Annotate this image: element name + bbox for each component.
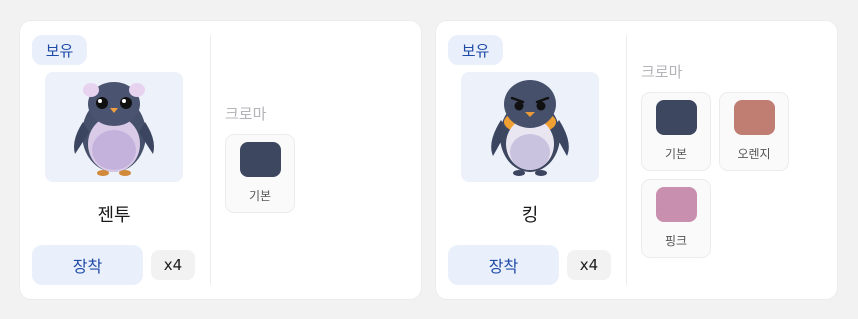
character-preview [461,72,599,182]
chroma-color [655,187,697,222]
count-badge: x4 [151,250,195,280]
chroma-color [733,100,775,135]
chroma-title: 크로마 [225,105,267,123]
chroma-color [655,100,697,135]
chroma-swatch-pink[interactable]: 핑크 [641,179,711,258]
character-name: 젠투 [97,205,131,226]
count-badge: x4 [567,250,611,280]
divider [210,35,211,285]
chroma-label: 오렌지 [737,147,771,161]
chroma-swatch-default[interactable]: 기본 [641,92,711,171]
character-collection-panel: 보유 젠투 장착 x4 크로마 기본 보유 킹 장착 x4 크로마 기본 오렌지… [0,0,858,319]
chroma-swatch-default[interactable]: 기본 [225,134,295,213]
chroma-label: 기본 [664,147,688,161]
chroma-title: 크로마 [641,63,683,81]
gentoo-penguin-icon [74,82,154,176]
character-name: 킹 [521,205,539,226]
divider [626,35,627,285]
character-preview [45,72,183,182]
king-penguin-icon [491,80,569,176]
equip-button[interactable]: 장착 [448,245,559,285]
chroma-label: 핑크 [664,234,688,248]
character-card-gentoo: 보유 젠투 장착 x4 크로마 기본 [19,20,422,300]
chroma-label: 기본 [248,189,272,203]
character-card-king: 보유 킹 장착 x4 크로마 기본 오렌지 핑크 [435,20,838,300]
owned-badge: 보유 [32,35,87,65]
owned-badge: 보유 [448,35,503,65]
chroma-list: 기본 오렌지 핑크 [641,92,789,258]
chroma-swatch-orange[interactable]: 오렌지 [719,92,789,171]
chroma-list: 기본 [225,134,373,213]
chroma-color [239,142,281,177]
equip-button[interactable]: 장착 [32,245,143,285]
